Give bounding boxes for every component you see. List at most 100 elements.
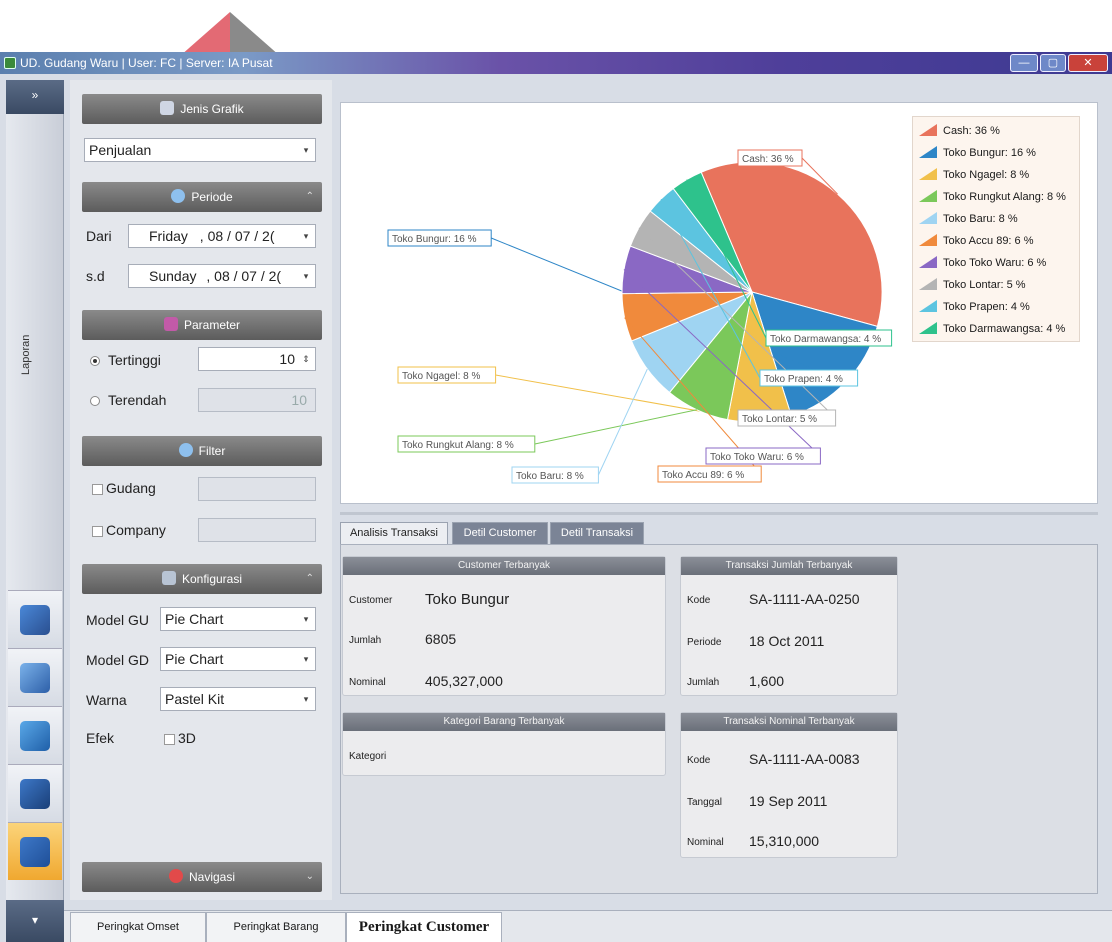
callout-label: Toko Darmawangsa: 4 % (770, 334, 881, 345)
legend-label: Toko Accu 89: 6 % (943, 235, 1034, 247)
efek-label: Efek (86, 730, 115, 746)
legend-item: Toko Darmawangsa: 4 % (919, 319, 1065, 339)
periode-title: Periode (191, 190, 233, 204)
app-icon (4, 57, 16, 69)
periode-label: Periode (687, 637, 722, 648)
nominal-value: 405,327,000 (425, 673, 503, 689)
close-button[interactable]: ✕ (1068, 54, 1108, 72)
jumlah-label: Jumlah (349, 635, 382, 646)
card-header: Kategori Barang Terbanyak (343, 713, 665, 731)
legend-swatch (919, 278, 937, 290)
legend-swatch (919, 168, 937, 180)
transaksi-nominal-card: Transaksi Nominal Terbanyak Kode SA-1111… (680, 712, 898, 858)
konfigurasi-title: Konfigurasi (181, 572, 243, 586)
book-icon (20, 662, 50, 693)
tertinggi-radio[interactable] (90, 356, 100, 366)
sd-day: Sunday (149, 268, 197, 284)
kode-value: SA-1111-AA-0083 (749, 751, 860, 767)
warna-select[interactable]: Pastel Kit ▾ (160, 687, 316, 711)
terendah-spinner: 10 (198, 388, 316, 412)
efek-3d-checkbox[interactable] (164, 734, 175, 745)
chevron-down-icon: ▾ (303, 654, 309, 664)
nav-folder-button[interactable] (8, 764, 62, 822)
legend-item: Toko Ngagel: 8 % (919, 165, 1029, 185)
legend-label: Toko Prapen: 4 % (943, 301, 1030, 313)
sd-date: , 08 / 07 / 2( (206, 268, 282, 284)
legend-item: Toko Toko Waru: 6 % (919, 253, 1046, 273)
nav-briefcase-button[interactable] (8, 706, 62, 764)
nav-report-button[interactable] (8, 822, 62, 880)
dari-date-picker[interactable]: Friday , 08 / 07 / 2( ▾ (128, 224, 316, 248)
minimize-button[interactable]: — (1010, 54, 1038, 72)
tanggal-label: Tanggal (687, 797, 723, 808)
callout-label: Toko Ngagel: 8 % (402, 371, 480, 382)
legend-item: Toko Baru: 8 % (919, 209, 1018, 229)
legend-swatch (919, 190, 937, 202)
transaksi-jumlah-card: Transaksi Jumlah Terbanyak Kode SA-1111-… (680, 556, 898, 696)
search-icon (171, 189, 186, 203)
spinner-arrows-icon[interactable]: ⇕ (299, 350, 313, 368)
konfigurasi-header[interactable]: Konfigurasi ⌃ (82, 564, 322, 594)
parameter-title: Parameter (183, 318, 241, 332)
nominal-label: Nominal (349, 677, 386, 688)
nav-toolbox-button[interactable] (8, 590, 62, 648)
card-header: Transaksi Jumlah Terbanyak (681, 557, 897, 575)
nav-book-button[interactable] (8, 648, 62, 706)
gudang-checkbox[interactable] (92, 484, 103, 495)
legend-label: Toko Baru: 8 % (943, 213, 1018, 225)
tertinggi-value: 10 (279, 351, 295, 367)
legend-label: Toko Bungur: 16 % (943, 147, 1036, 159)
tertinggi-label: Tertinggi (108, 352, 161, 368)
customer-value: Toko Bungur (425, 591, 510, 608)
legend-swatch (919, 322, 937, 334)
callout-label: Toko Accu 89: 6 % (662, 470, 744, 481)
report-icon (20, 836, 50, 867)
company-checkbox[interactable] (92, 526, 103, 537)
toolbox-icon (20, 604, 50, 635)
collapse-button[interactable]: ▾ (6, 900, 64, 942)
chevron-down-icon: ▾ (303, 231, 309, 241)
model-gd-select[interactable]: Pie Chart ▾ (160, 647, 316, 671)
periode-header[interactable]: Periode ⌃ (82, 182, 322, 212)
tab-analisis-transaksi[interactable]: Analisis Transaksi (340, 522, 448, 544)
laporan-label: Laporan (20, 334, 32, 376)
dari-date: , 08 / 07 / 2( (199, 228, 275, 244)
terendah-label: Terendah (108, 392, 167, 408)
model-gu-select[interactable]: Pie Chart ▾ (160, 607, 316, 631)
tab-detil-transaksi[interactable]: Detil Transaksi (550, 522, 644, 544)
tab-peringkat-barang[interactable]: Peringkat Barang (206, 912, 346, 942)
tanggal-value: 19 Sep 2011 (749, 793, 828, 809)
legend-swatch (919, 124, 937, 136)
wrench-icon (161, 571, 176, 585)
customer-terbanyak-card: Customer Terbanyak Customer Toko Bungur … (342, 556, 666, 696)
sd-date-picker[interactable]: Sunday , 08 / 07 / 2(▾ (128, 264, 316, 288)
tertinggi-spinner[interactable]: 10 ⇕ (198, 347, 316, 371)
filter-header: Filter (82, 436, 322, 466)
chart-legend: Cash: 36 % Toko Bungur: 16 % Toko Ngagel: … (912, 116, 1080, 342)
tab-detil-customer[interactable]: Detil Customer (452, 522, 548, 544)
splitter[interactable] (340, 512, 1098, 515)
dari-day: Friday (149, 228, 188, 244)
kategori-terbanyak-card: Kategori Barang Terbanyak Kategori (342, 712, 666, 776)
sd-label: s.d (86, 268, 105, 284)
legend-swatch (919, 212, 937, 224)
legend-item: Toko Accu 89: 6 % (919, 231, 1034, 251)
warna-value: Pastel Kit (165, 691, 225, 707)
jenis-grafik-select[interactable]: Penjualan ▾ (84, 138, 316, 162)
tab-peringkat-omset[interactable]: Peringkat Omset (70, 912, 206, 942)
collapse-chevron-icon: ⌃ (305, 191, 314, 202)
legend-swatch (919, 234, 937, 246)
navigasi-header[interactable]: Navigasi ⌄ (82, 862, 322, 892)
chevron-down-icon: ▾ (303, 145, 309, 155)
maximize-button[interactable]: ▢ (1040, 54, 1066, 72)
jenis-grafik-header: Jenis Grafik (82, 94, 322, 124)
model-gd-label: Model GD (86, 652, 150, 668)
terendah-radio[interactable] (90, 396, 100, 406)
expand-button[interactable]: » (6, 80, 64, 114)
callout-label: Toko Rungkut Alang: 8 % (402, 440, 514, 451)
expand-chevron-icon: ⌄ (305, 871, 314, 882)
tab-peringkat-customer[interactable]: Peringkat Customer (346, 912, 502, 942)
model-gd-value: Pie Chart (165, 651, 224, 667)
legend-item: Toko Bungur: 16 % (919, 143, 1036, 163)
chevron-down-icon: ▾ (303, 694, 309, 704)
